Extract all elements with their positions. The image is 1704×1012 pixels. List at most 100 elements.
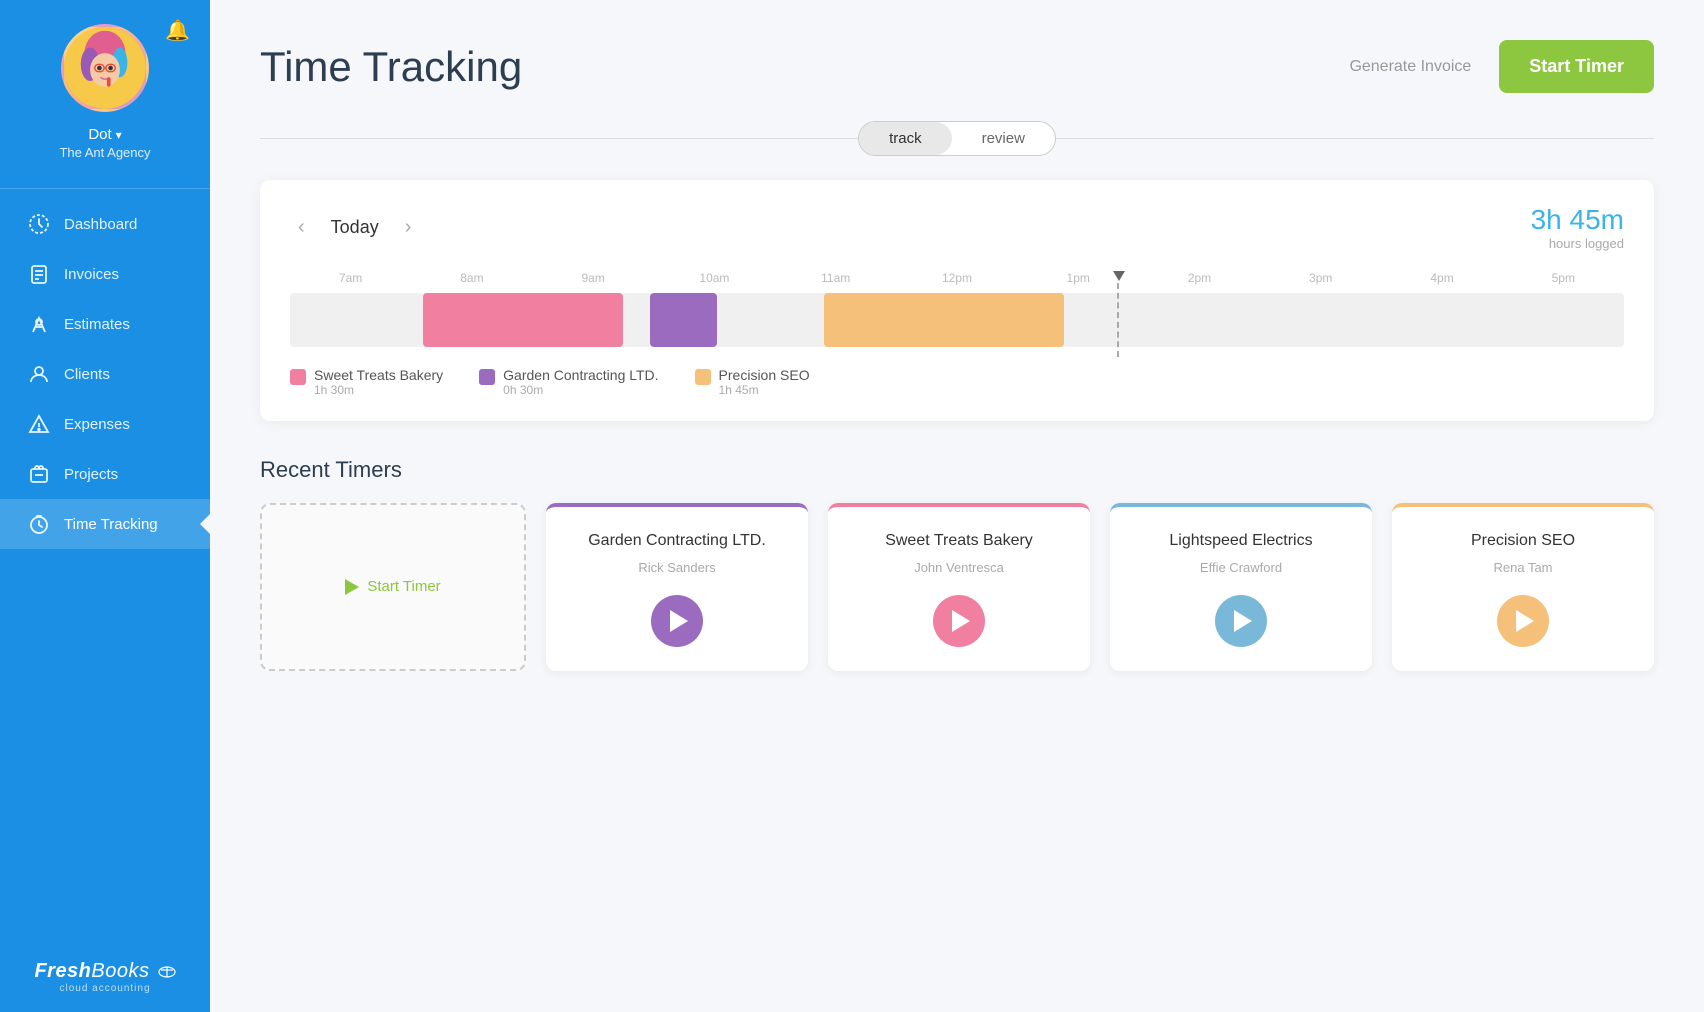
sidebar-item-estimates[interactable]: Estimates	[0, 299, 210, 349]
add-timer-label: Start Timer	[367, 578, 440, 595]
sidebar-item-clients[interactable]: Clients	[0, 349, 210, 399]
timeline-header: ‹ Today › 3h 45m hours logged	[290, 204, 1624, 251]
add-timer-play-icon	[345, 579, 359, 595]
timeline-period-label: Today	[331, 217, 379, 238]
timer-card-sweet-treats: Sweet Treats Bakery John Ventresca	[828, 503, 1090, 671]
sidebar-item-label: Clients	[64, 366, 110, 383]
timer-person-sweet-treats: John Ventresca	[914, 560, 1004, 575]
legend-duration-garden-contracting: 0h 30m	[503, 383, 658, 397]
play-icon	[1516, 610, 1534, 632]
sidebar-item-projects[interactable]: Projects	[0, 449, 210, 499]
legend-dot-sweet-treats	[290, 369, 306, 385]
sidebar-nav: Dashboard Invoices Estimates	[0, 199, 210, 940]
sidebar-item-label: Invoices	[64, 266, 119, 283]
legend-sweet-treats: Sweet Treats Bakery 1h 30m	[290, 367, 443, 397]
play-icon	[670, 610, 688, 632]
page-title: Time Tracking	[260, 43, 522, 91]
avatar	[61, 24, 149, 112]
timer-title-sweet-treats: Sweet Treats Bakery	[885, 531, 1033, 552]
timeline-label-10am: 10am	[654, 271, 775, 285]
tab-line-right	[1056, 138, 1654, 139]
timer-play-lightspeed-electrics[interactable]	[1215, 595, 1267, 647]
recent-timers-section: Recent Timers Start Timer Garden Contrac…	[260, 457, 1654, 671]
timer-person-garden-contracting: Rick Sanders	[638, 560, 715, 575]
tab-line-left	[260, 138, 858, 139]
play-icon	[952, 610, 970, 632]
tabs-container: track review	[858, 121, 1056, 156]
tab-review[interactable]: review	[952, 122, 1055, 155]
legend-precision-seo: Precision SEO 1h 45m	[695, 367, 810, 397]
add-timer-row[interactable]: Start Timer	[345, 578, 440, 595]
timeline-next-button[interactable]: ›	[397, 212, 420, 243]
timeline-label-4pm: 4pm	[1381, 271, 1502, 285]
timeline-label-2pm: 2pm	[1139, 271, 1260, 285]
timer-card-garden-contracting: Garden Contracting LTD. Rick Sanders	[546, 503, 808, 671]
legend-name-precision-seo: Precision SEO	[719, 367, 810, 383]
add-timer-card[interactable]: Start Timer	[260, 503, 526, 671]
sidebar-logo: FreshBooks cloud accounting	[34, 940, 175, 1012]
sidebar-item-dashboard[interactable]: Dashboard	[0, 199, 210, 249]
sidebar-item-invoices[interactable]: Invoices	[0, 249, 210, 299]
legend-name-sweet-treats: Sweet Treats Bakery	[314, 367, 443, 383]
sidebar-top: 🔔	[0, 0, 210, 178]
timer-title-lightspeed-electrics: Lightspeed Electrics	[1169, 531, 1312, 552]
timeline-current-arrow	[1113, 271, 1125, 281]
hours-logged-value: 3h 45m	[1531, 204, 1624, 236]
freshbooks-logo: FreshBooks	[34, 960, 175, 983]
main-header: Time Tracking Generate Invoice Start Tim…	[260, 40, 1654, 93]
timer-person-precision-seo: Rena Tam	[1493, 560, 1552, 575]
recent-timers-title: Recent Timers	[260, 457, 1654, 483]
sidebar-item-label: Expenses	[64, 416, 130, 433]
sidebar-item-time-tracking[interactable]: Time Tracking	[0, 499, 210, 549]
sidebar: 🔔	[0, 0, 210, 1012]
sidebar-item-label: Dashboard	[64, 216, 137, 233]
timeline-label-5pm: 5pm	[1503, 271, 1624, 285]
timer-play-precision-seo[interactable]	[1497, 595, 1549, 647]
timer-person-lightspeed-electrics: Effie Crawford	[1200, 560, 1282, 575]
generate-invoice-button[interactable]: Generate Invoice	[1349, 58, 1471, 76]
hours-logged-label: hours logged	[1531, 236, 1624, 251]
timer-cards-row: Start Timer Garden Contracting LTD. Rick…	[260, 503, 1654, 671]
sidebar-user-row: Dot ▾	[88, 126, 121, 143]
sidebar-username: Dot	[88, 126, 111, 143]
timer-card-lightspeed-electrics: Lightspeed Electrics Effie Crawford	[1110, 503, 1372, 671]
dropdown-icon[interactable]: ▾	[116, 128, 122, 142]
tabs-row: track review	[260, 121, 1654, 156]
timeline-card: ‹ Today › 3h 45m hours logged 7am 8am 9a…	[260, 180, 1654, 421]
timeline-prev-button[interactable]: ‹	[290, 212, 313, 243]
timeline-label-9am: 9am	[533, 271, 654, 285]
legend-duration-sweet-treats: 1h 30m	[314, 383, 443, 397]
sidebar-item-expenses[interactable]: Expenses	[0, 399, 210, 449]
legend-garden-contracting: Garden Contracting LTD. 0h 30m	[479, 367, 658, 397]
tab-track[interactable]: track	[859, 122, 952, 155]
start-timer-header-button[interactable]: Start Timer	[1499, 40, 1654, 93]
play-icon	[1234, 610, 1252, 632]
main-content: Time Tracking Generate Invoice Start Tim…	[210, 0, 1704, 1012]
sidebar-divider	[0, 188, 210, 189]
timeline-label-8am: 8am	[411, 271, 532, 285]
timer-title-garden-contracting: Garden Contracting LTD.	[588, 531, 766, 552]
timeline-labels: 7am 8am 9am 10am 11am 12pm 1pm 2pm 3pm 4…	[290, 271, 1624, 285]
timer-play-sweet-treats[interactable]	[933, 595, 985, 647]
legend-dot-garden-contracting	[479, 369, 495, 385]
timeline-segment-sweet-treats	[423, 293, 623, 347]
legend-duration-precision-seo: 1h 45m	[719, 383, 810, 397]
timeline-label-12pm: 12pm	[896, 271, 1017, 285]
notification-bell-icon[interactable]: 🔔	[165, 18, 190, 43]
timer-play-garden-contracting[interactable]	[651, 595, 703, 647]
header-actions: Generate Invoice Start Timer	[1349, 40, 1654, 93]
legend-name-garden-contracting: Garden Contracting LTD.	[503, 367, 658, 383]
freshbooks-tagline: cloud accounting	[59, 983, 150, 994]
timeline-current-line	[1117, 283, 1119, 357]
legend-dot-precision-seo	[695, 369, 711, 385]
timeline-label-3pm: 3pm	[1260, 271, 1381, 285]
sidebar-item-label: Estimates	[64, 316, 130, 333]
timeline-legend: Sweet Treats Bakery 1h 30m Garden Contra…	[290, 367, 1624, 397]
timeline-hours: 3h 45m hours logged	[1531, 204, 1624, 251]
timeline-grid: 7am 8am 9am 10am 11am 12pm 1pm 2pm 3pm 4…	[290, 271, 1624, 347]
timeline-segment-garden-contracting	[650, 293, 717, 347]
timeline-bar-area	[290, 293, 1624, 347]
timer-card-precision-seo: Precision SEO Rena Tam	[1392, 503, 1654, 671]
sidebar-item-label: Projects	[64, 466, 118, 483]
sidebar-item-label: Time Tracking	[64, 516, 158, 533]
